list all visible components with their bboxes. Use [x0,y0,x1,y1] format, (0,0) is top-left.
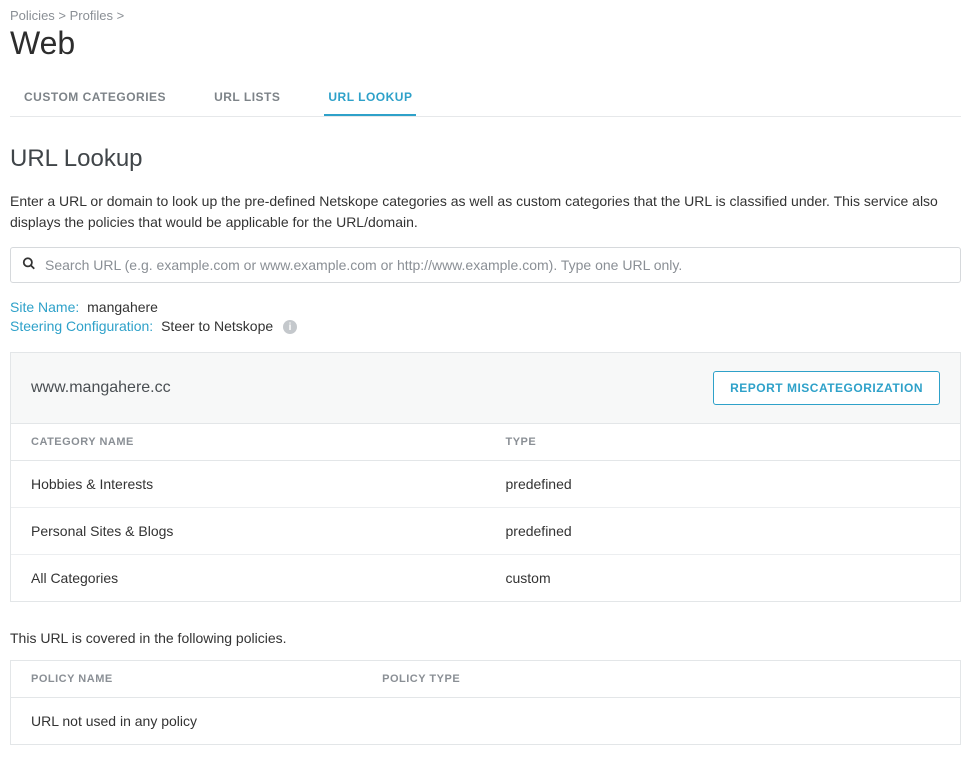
steering-label: Steering Configuration: [10,318,153,334]
page-title: Web [10,25,961,62]
search-icon [22,257,36,274]
categories-table: CATEGORY NAME TYPE Hobbies & Interests p… [11,424,960,601]
tab-custom-categories[interactable]: CUSTOM CATEGORIES [20,80,170,116]
site-name-row: Site Name: mangahere [10,299,961,315]
breadcrumb: Policies > Profiles > [10,8,961,23]
result-panel-header: www.mangahere.cc REPORT MISCATEGORIZATIO… [11,353,960,424]
table-row: Personal Sites & Blogs predefined [11,508,960,555]
category-name: All Categories [11,555,486,602]
steering-row: Steering Configuration: Steer to Netskop… [10,318,961,334]
col-category-name: CATEGORY NAME [11,424,486,461]
category-name: Hobbies & Interests [11,461,486,508]
table-row: Hobbies & Interests predefined [11,461,960,508]
policies-panel: POLICY NAME POLICY TYPE URL not used in … [10,660,961,745]
breadcrumb-sep: > [117,8,125,23]
table-row: All Categories custom [11,555,960,602]
breadcrumb-policies[interactable]: Policies [10,8,55,23]
breadcrumb-profiles[interactable]: Profiles [70,8,113,23]
result-panel: www.mangahere.cc REPORT MISCATEGORIZATIO… [10,352,961,602]
category-name: Personal Sites & Blogs [11,508,486,555]
table-row: URL not used in any policy [11,698,960,745]
section-title: URL Lookup [10,145,961,173]
policies-empty: URL not used in any policy [11,698,960,745]
category-type: predefined [486,508,961,555]
intro-text: Enter a URL or domain to look up the pre… [10,191,961,233]
steering-value: Steer to Netskope [161,318,273,334]
tab-url-lists[interactable]: URL LISTS [210,80,284,116]
report-miscategorization-button[interactable]: REPORT MISCATEGORIZATION [713,371,940,405]
site-name-label: Site Name: [10,299,79,315]
col-policy-name: POLICY NAME [11,661,362,698]
col-type: TYPE [486,424,961,461]
col-policy-type: POLICY TYPE [362,661,960,698]
tabs: CUSTOM CATEGORIES URL LISTS URL LOOKUP [10,80,961,117]
site-name-value: mangahere [87,299,158,315]
search-input[interactable] [10,247,961,283]
info-icon[interactable]: i [283,320,297,334]
policies-intro: This URL is covered in the following pol… [10,630,961,646]
category-type: predefined [486,461,961,508]
tab-url-lookup[interactable]: URL LOOKUP [324,80,416,116]
search-container [10,247,961,283]
breadcrumb-sep: > [58,8,66,23]
category-type: custom [486,555,961,602]
policies-table: POLICY NAME POLICY TYPE URL not used in … [11,661,960,744]
result-domain: www.mangahere.cc [31,379,171,397]
